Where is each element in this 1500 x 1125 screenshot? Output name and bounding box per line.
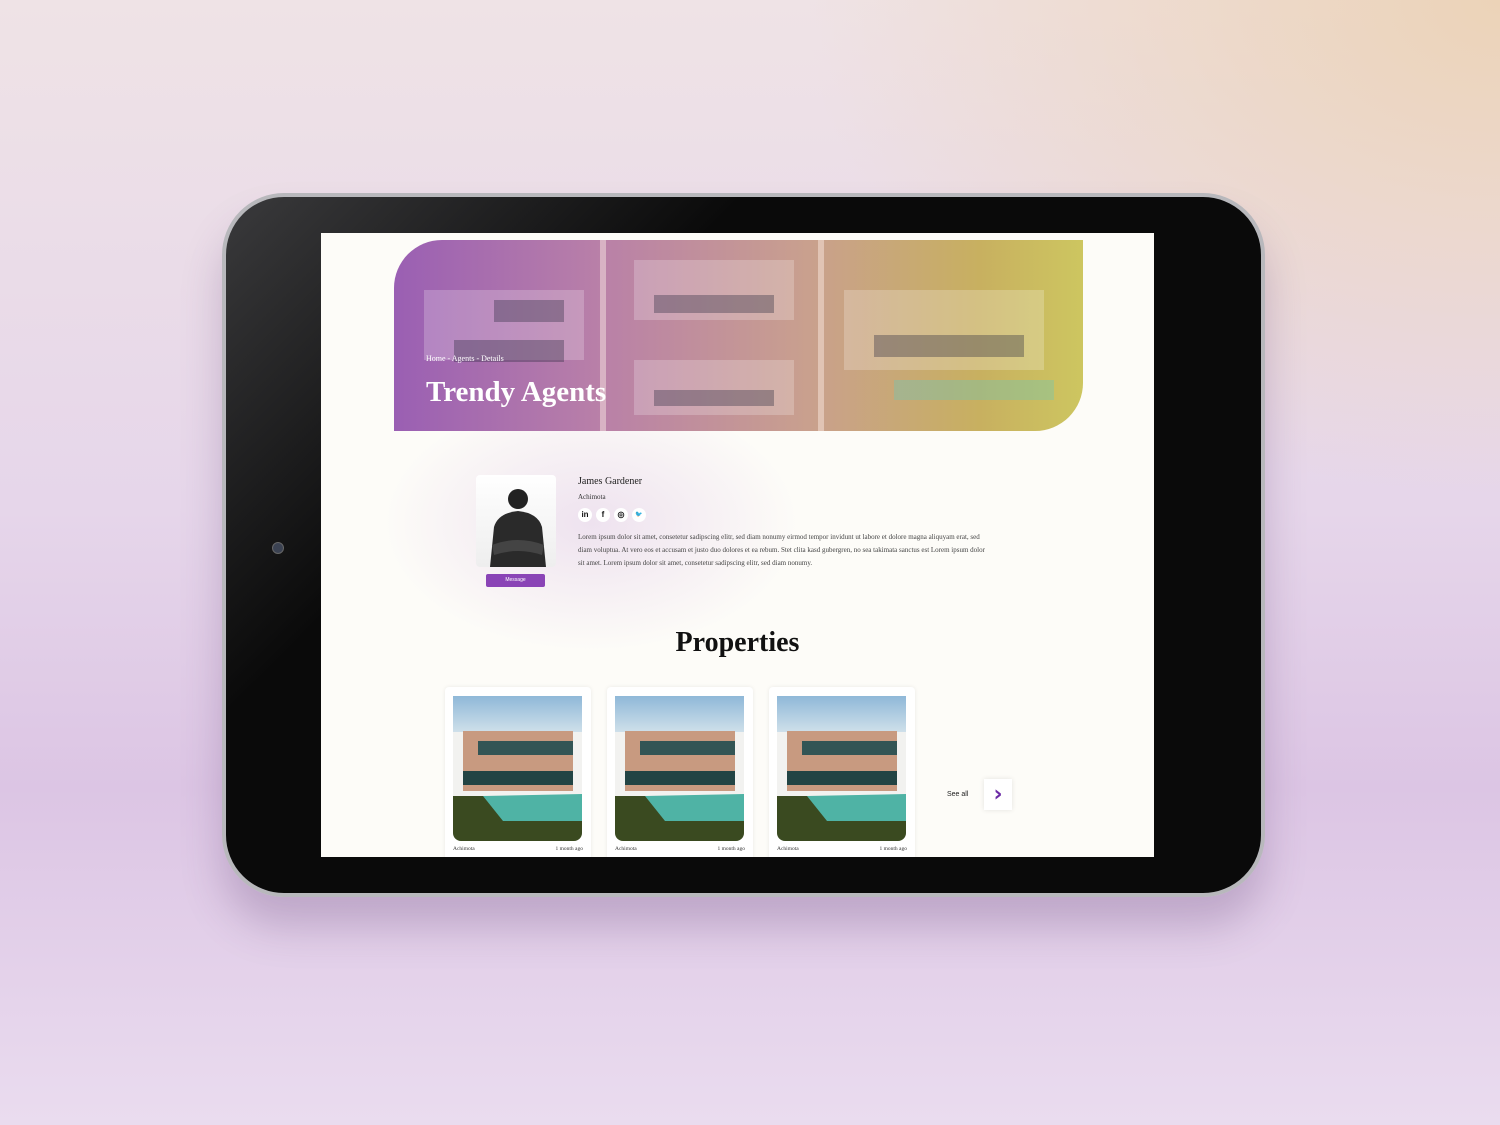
page-title: Trendy Agents — [426, 376, 607, 408]
property-location: Achimota — [453, 846, 475, 852]
agent-avatar — [476, 475, 556, 567]
property-card[interactable]: Achimota 1 month ago — [607, 687, 753, 857]
property-time: 1 month ago — [555, 846, 584, 852]
see-all-link[interactable]: See all — [947, 791, 968, 798]
hero-banner: Home - Agents - Details Trendy Agents — [394, 240, 1083, 431]
facebook-icon[interactable]: f — [596, 508, 610, 522]
twitter-icon[interactable]: 🐦 — [632, 508, 646, 522]
property-time: 1 month ago — [717, 846, 746, 852]
social-links: in f ◎ 🐦 — [578, 508, 646, 522]
instagram-icon[interactable]: ◎ — [614, 508, 628, 522]
linkedin-icon[interactable]: in — [578, 508, 592, 522]
tablet-frame: Home - Agents - Details Trendy Agents Me… — [222, 193, 1265, 897]
message-button[interactable]: Message — [486, 574, 545, 587]
property-image — [777, 696, 906, 841]
property-image — [453, 696, 582, 841]
property-image — [615, 696, 744, 841]
properties-heading: Properties — [675, 627, 800, 658]
breadcrumb[interactable]: Home - Agents - Details — [426, 354, 504, 363]
shade — [381, 393, 801, 653]
camera-icon — [272, 542, 284, 554]
property-card[interactable]: Achimota 1 month ago — [769, 687, 915, 857]
property-card[interactable]: Achimota 1 month ago — [445, 687, 591, 857]
agent-location: Achimota — [578, 493, 606, 501]
property-location: Achimota — [615, 846, 637, 852]
agent-bio: Lorem ipsum dolor sit amet, consetetur s… — [578, 533, 985, 567]
screen: Home - Agents - Details Trendy Agents Me… — [321, 233, 1154, 857]
property-time: 1 month ago — [879, 846, 908, 852]
chevron-right-icon[interactable]: › — [984, 779, 1012, 810]
property-location: Achimota — [777, 846, 799, 852]
agent-name: James Gardener — [578, 476, 643, 487]
